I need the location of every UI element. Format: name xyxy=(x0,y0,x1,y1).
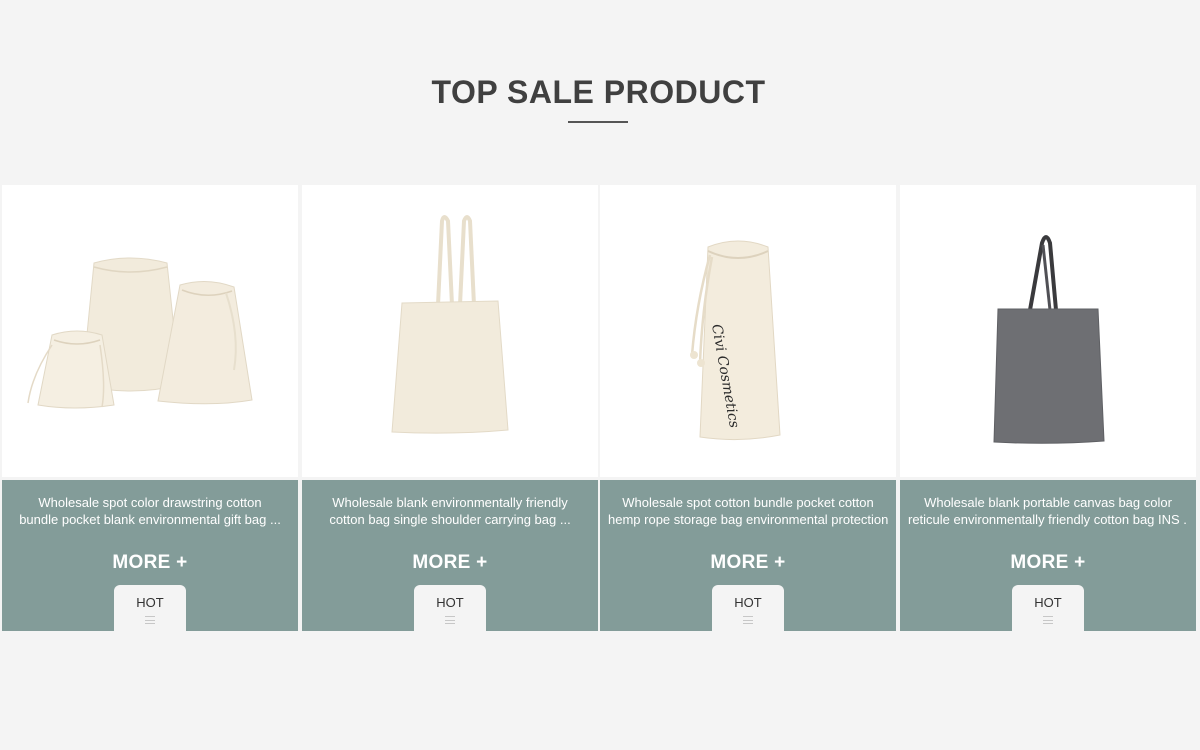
hot-badge-label: HOT xyxy=(1034,595,1062,610)
description-line: Wholesale blank portable canvas bag colo… xyxy=(924,495,1172,510)
menu-icon xyxy=(743,616,753,624)
more-button[interactable]: MORE + xyxy=(2,552,298,574)
product-grid: Wholesale spot color drawstring cotton b… xyxy=(2,185,1196,631)
product-card[interactable]: Wholesale spot color drawstring cotton b… xyxy=(2,185,298,631)
title-underline xyxy=(568,121,628,123)
section-title: TOP SALE PRODUCT xyxy=(431,74,766,110)
description-line: cotton bag single shoulder carrying bag … xyxy=(329,512,571,527)
product-image-cream-tote[interactable] xyxy=(302,185,598,477)
more-button[interactable]: MORE + xyxy=(600,552,896,574)
product-description[interactable]: Wholesale blank environmentally friendly… xyxy=(310,494,590,528)
product-info-panel: Wholesale spot cotton bundle pocket cott… xyxy=(600,480,896,631)
product-description[interactable]: Wholesale spot cotton bundle pocket cott… xyxy=(608,494,888,528)
product-info-panel: Wholesale blank environmentally friendly… xyxy=(302,480,598,631)
more-button[interactable]: MORE + xyxy=(900,552,1196,574)
description-line: reticule environmentally friendly cotton… xyxy=(908,512,1188,527)
description-line: Wholesale spot cotton bundle pocket cott… xyxy=(622,495,874,510)
more-button[interactable]: MORE + xyxy=(302,552,598,574)
hot-tab[interactable]: HOT xyxy=(114,585,186,631)
hot-badge-label: HOT xyxy=(734,595,762,610)
product-info-panel: Wholesale blank portable canvas bag colo… xyxy=(900,480,1196,631)
product-description[interactable]: Wholesale blank portable canvas bag colo… xyxy=(908,494,1188,528)
product-description[interactable]: Wholesale spot color drawstring cotton b… xyxy=(10,494,290,528)
product-image-cosmetics-bag[interactable]: Civi Cosmetics xyxy=(600,185,896,477)
description-line: bundle pocket blank environmental gift b… xyxy=(19,512,281,527)
product-image-gray-tote[interactable] xyxy=(900,185,1196,477)
description-line: hemp rope storage bag environmental prot… xyxy=(608,512,888,527)
hot-badge-label: HOT xyxy=(136,595,164,610)
hot-tab[interactable]: HOT xyxy=(414,585,486,631)
product-card[interactable]: Wholesale blank environmentally friendly… xyxy=(302,185,598,631)
hot-tab[interactable]: HOT xyxy=(712,585,784,631)
menu-icon xyxy=(145,616,155,624)
hot-tab[interactable]: HOT xyxy=(1012,585,1084,631)
menu-icon xyxy=(445,616,455,624)
product-image-drawstring-pouches[interactable] xyxy=(2,185,298,477)
menu-icon xyxy=(1043,616,1053,624)
product-info-panel: Wholesale spot color drawstring cotton b… xyxy=(2,480,298,631)
description-line: Wholesale spot color drawstring cotton xyxy=(38,495,262,510)
description-line: Wholesale blank environmentally friendly xyxy=(332,495,568,510)
hot-badge-label: HOT xyxy=(436,595,464,610)
product-card[interactable]: Wholesale blank portable canvas bag colo… xyxy=(900,185,1196,631)
product-card[interactable]: Civi Cosmetics Wholesale spot cotton bun… xyxy=(600,185,896,631)
